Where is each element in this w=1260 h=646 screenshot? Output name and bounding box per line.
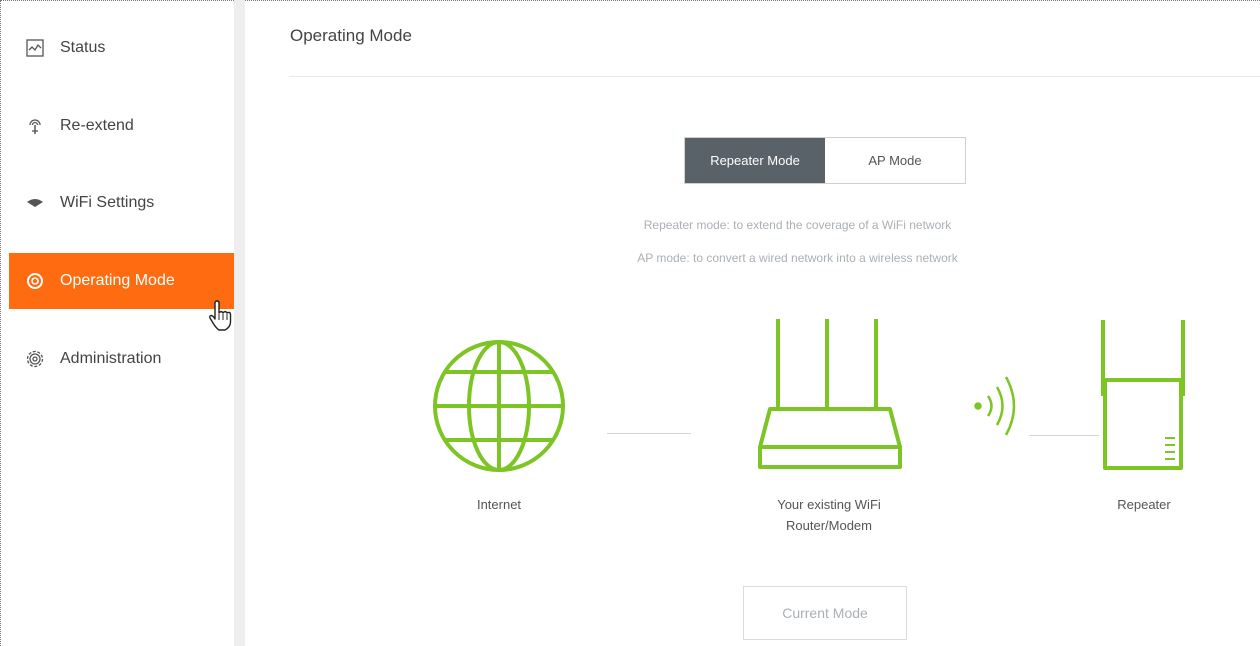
repeater-label: Repeater [1117, 497, 1171, 512]
status-chart-icon [26, 39, 44, 57]
router-label: Your existing WiFi Router/Modem [744, 494, 914, 536]
ap-mode-button[interactable]: AP Mode [825, 138, 965, 183]
sidebar-item-status[interactable]: Status [9, 20, 235, 76]
sidebar-item-operating-mode[interactable]: Operating Mode [9, 253, 235, 309]
connector-line [607, 433, 691, 434]
sidebar: Status Re-extend WiFi Settings Operating… [1, 1, 235, 646]
main-content: Operating Mode Repeater Mode AP Mode Rep… [245, 0, 1260, 646]
sidebar-item-wifi-settings[interactable]: WiFi Settings [9, 175, 235, 231]
sidebar-item-label: WiFi Settings [60, 194, 155, 211]
router-label-line1: Your existing WiFi [777, 497, 881, 512]
wifi-icon [26, 194, 44, 212]
sidebar-item-label: Re-extend [60, 117, 134, 134]
operating-mode-icon [26, 272, 44, 290]
hand-cursor-icon [208, 300, 232, 331]
mode-switch: Repeater Mode AP Mode [684, 137, 966, 184]
repeater-icon [1101, 320, 1185, 470]
sidebar-item-label: Operating Mode [60, 272, 175, 289]
sidebar-item-administration[interactable]: Administration [9, 331, 235, 387]
gear-icon [26, 350, 44, 368]
globe-icon [433, 340, 565, 472]
sidebar-divider [234, 0, 245, 646]
repeater-mode-description: Repeater mode: to extend the coverage of… [643, 218, 952, 232]
connector-line [1029, 435, 1099, 436]
sidebar-item-label: Status [60, 39, 106, 56]
router-icon [758, 319, 902, 469]
antenna-icon [26, 117, 44, 135]
wireless-signal-icon [974, 376, 1016, 436]
router-label-line2: Router/Modem [786, 518, 872, 533]
current-mode-button[interactable]: Current Mode [743, 586, 907, 640]
ap-mode-description: AP mode: to convert a wired network into… [637, 251, 958, 265]
sidebar-item-label: Administration [60, 350, 162, 367]
repeater-mode-button[interactable]: Repeater Mode [685, 138, 825, 183]
title-divider [289, 76, 1260, 77]
page-title: Operating Mode [290, 26, 412, 45]
internet-label: Internet [476, 497, 522, 512]
sidebar-item-re-extend[interactable]: Re-extend [9, 98, 235, 154]
